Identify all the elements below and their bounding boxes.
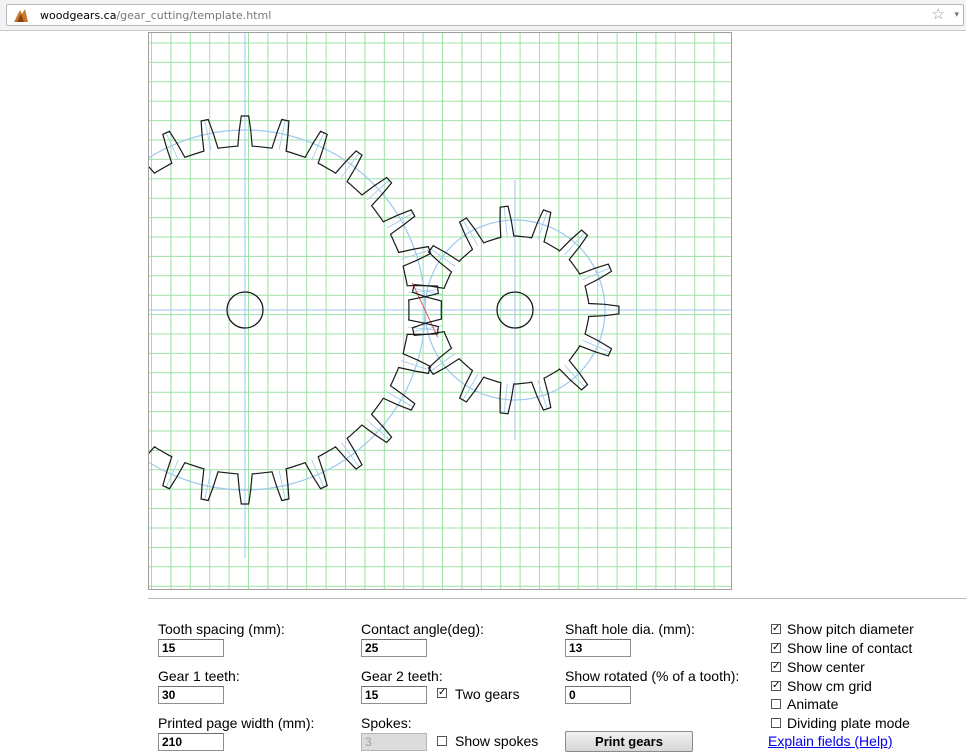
browser-address-bar: woodgears.ca/gear_cutting/template.html … — [0, 0, 966, 31]
show-center-checkbox[interactable]: ✓ — [771, 662, 781, 672]
page-width-input[interactable] — [158, 733, 224, 751]
site-favicon-icon — [14, 9, 28, 22]
show-cm-grid-checkbox[interactable]: ✓ — [771, 681, 781, 691]
divider — [148, 598, 966, 599]
show-line-of-contact-checkbox[interactable]: ✓ — [771, 643, 781, 653]
contact-angle-label: Contact angle(deg): — [361, 621, 484, 637]
two-gears-checkbox[interactable]: ✓ — [437, 688, 447, 698]
gear1-teeth-label: Gear 1 teeth: — [158, 668, 240, 684]
contact-angle-input[interactable] — [361, 639, 427, 657]
shaft-hole-label: Shaft hole dia. (mm): — [565, 621, 695, 637]
show-center-label: Show center — [787, 659, 865, 675]
gear2-teeth-input[interactable] — [361, 686, 427, 704]
show-pitch-diameter-label: Show pitch diameter — [787, 621, 914, 637]
dropdown-arrow-icon[interactable]: ▾ — [954, 9, 959, 20]
show-cm-grid-label: Show cm grid — [787, 678, 872, 694]
animate-label: Animate — [787, 696, 839, 712]
show-spokes-checkbox[interactable] — [437, 736, 447, 746]
show-rotated-label: Show rotated (% of a tooth): — [565, 668, 740, 684]
show-line-of-contact-label: Show line of contact — [787, 640, 913, 656]
show-rotated-input[interactable] — [565, 686, 631, 704]
spokes-input[interactable] — [361, 733, 427, 751]
url-path: /gear_cutting/template.html — [116, 9, 272, 22]
url-domain: woodgears.ca — [40, 9, 117, 22]
cm-grid — [149, 33, 731, 589]
animate-checkbox[interactable] — [771, 699, 781, 709]
page-width-label: Printed page width (mm): — [158, 715, 315, 731]
spokes-label: Spokes: — [361, 715, 412, 731]
two-gears-label: Two gears — [455, 686, 520, 702]
explain-fields-help-link[interactable]: Explain fields (Help) — [768, 733, 893, 749]
tooth-spacing-label: Tooth spacing (mm): — [158, 621, 285, 637]
bookmark-star-icon[interactable]: ☆ — [932, 7, 945, 23]
tooth-spacing-input[interactable] — [158, 639, 224, 657]
gear1-teeth-input[interactable] — [158, 686, 224, 704]
gear-template-canvas[interactable] — [148, 32, 732, 590]
dividing-plate-mode-label: Dividing plate mode — [787, 715, 910, 731]
shaft-hole-input[interactable] — [565, 639, 631, 657]
print-gears-button[interactable]: Print gears — [565, 731, 693, 752]
dividing-plate-mode-checkbox[interactable] — [771, 718, 781, 728]
url-field[interactable]: woodgears.ca/gear_cutting/template.html … — [6, 4, 964, 26]
gear2-teeth-label: Gear 2 teeth: — [361, 668, 443, 684]
show-spokes-label: Show spokes — [455, 733, 539, 749]
gear-drawing — [149, 33, 731, 589]
show-pitch-diameter-checkbox[interactable]: ✓ — [771, 624, 781, 634]
